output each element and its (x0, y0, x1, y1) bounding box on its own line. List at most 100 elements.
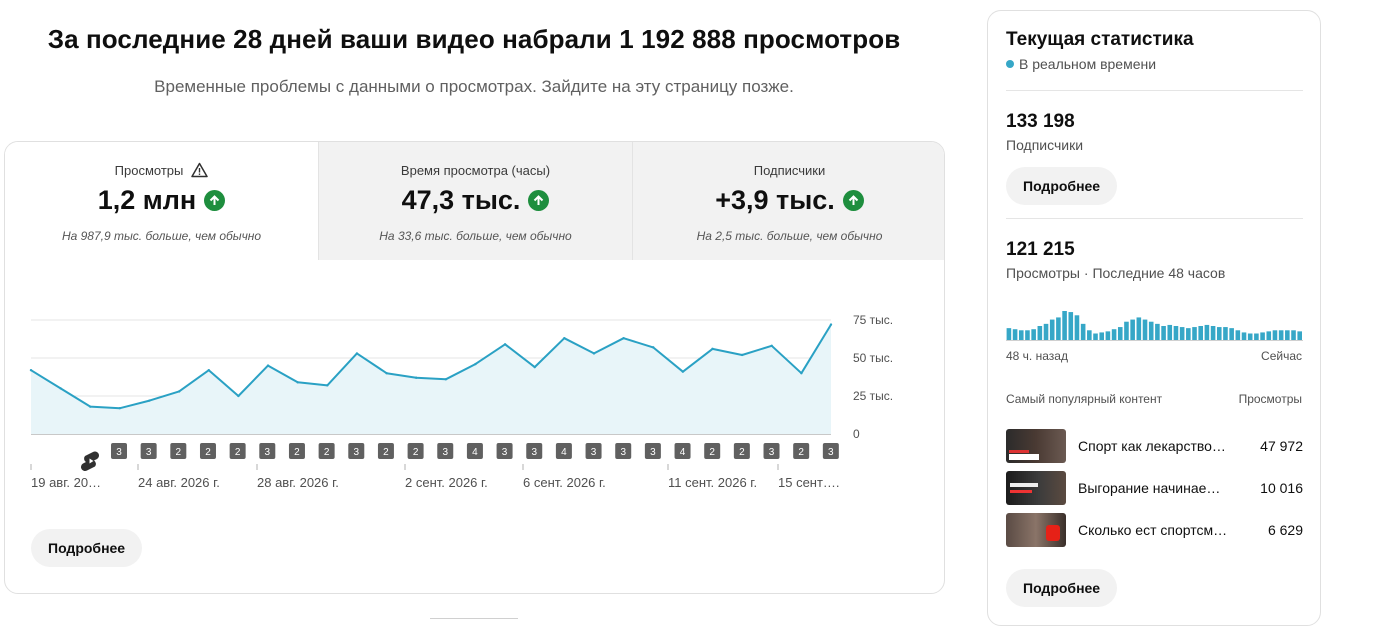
hourly-bar[interactable] (1266, 331, 1272, 341)
data-point[interactable] (652, 346, 655, 349)
hourly-bar[interactable] (1278, 330, 1284, 341)
data-point[interactable] (770, 344, 773, 348)
hourly-bar[interactable] (1006, 328, 1012, 341)
hourly-bar[interactable] (1186, 328, 1191, 341)
data-point[interactable] (89, 405, 92, 408)
hourly-bar[interactable] (1235, 330, 1241, 341)
hourly-bar[interactable] (1254, 333, 1259, 342)
hourly-bar[interactable] (1080, 323, 1086, 341)
hourly-bar[interactable] (1285, 330, 1290, 341)
warning-icon[interactable] (191, 162, 209, 178)
hourly-bar[interactable] (1062, 311, 1067, 341)
hourly-bar[interactable] (1142, 319, 1148, 341)
subscribers-more-button[interactable]: Подробнее (1006, 167, 1118, 205)
hourly-bar[interactable] (1124, 321, 1129, 341)
data-point[interactable] (592, 352, 596, 355)
data-point[interactable] (118, 406, 122, 410)
data-point[interactable] (533, 365, 536, 369)
hourly-bar[interactable] (1229, 328, 1234, 341)
hourly-bar[interactable] (1241, 332, 1247, 341)
hourly-bar[interactable] (1155, 323, 1160, 341)
data-point[interactable] (266, 364, 270, 367)
tab-views[interactable]: Просмотры 1,2 млн На 987,9 тыс. больше, … (5, 142, 318, 260)
hourly-bar[interactable] (1179, 327, 1185, 341)
top-content-item[interactable]: Сколько ест спортсм… 6 629 (1006, 513, 1303, 547)
hourly-bar[interactable] (1247, 333, 1253, 342)
data-point[interactable] (740, 353, 744, 357)
data-point[interactable] (622, 337, 625, 340)
hourly-bar[interactable] (1025, 330, 1030, 341)
hourly-bar[interactable] (1130, 319, 1135, 341)
hourly-bar[interactable] (1291, 330, 1296, 341)
data-point[interactable] (385, 372, 388, 375)
hourly-bar[interactable] (1136, 317, 1142, 341)
data-point[interactable] (326, 384, 329, 387)
data-point[interactable] (296, 381, 299, 384)
hourly-bar[interactable] (1105, 331, 1111, 341)
data-point[interactable] (800, 372, 803, 375)
top-content-item[interactable]: Спорт как лекарство… 47 972 (1006, 429, 1303, 463)
data-point[interactable] (444, 378, 448, 381)
upload-marker-count: 2 (739, 447, 745, 458)
top-content-more-button[interactable]: Подробнее (1006, 569, 1118, 607)
views-line-chart[interactable]: 75 тыс. 50 тыс. 25 тыс. 0 3 3 2 2 2 3 2 2 3 2 2 3 4 3 3 4 3 3… (5, 260, 945, 510)
top-content-item[interactable]: Выгорание начинае… 10 016 (1006, 471, 1303, 505)
data-point[interactable] (29, 368, 33, 372)
upload-marker-count: 2 (709, 447, 715, 458)
video-title: Сколько ест спортсм… (1078, 522, 1228, 538)
hourly-bar[interactable] (1198, 326, 1203, 341)
hourly-bar[interactable] (1031, 329, 1036, 341)
hourly-bar[interactable] (1297, 331, 1302, 341)
hourly-bar[interactable] (1037, 326, 1043, 341)
data-point[interactable] (177, 390, 181, 393)
hourly-bar[interactable] (1093, 333, 1098, 342)
shorts-icon[interactable] (80, 451, 100, 472)
data-point[interactable] (355, 352, 359, 355)
hourly-bar[interactable] (1012, 329, 1018, 341)
hourly-bar[interactable] (1260, 332, 1265, 341)
hourly-bar[interactable] (1216, 327, 1222, 341)
data-point[interactable] (681, 370, 685, 373)
hourly-bar[interactable] (1111, 329, 1117, 341)
hourly-bar[interactable] (1210, 326, 1216, 341)
tab-watch-time[interactable]: Время просмотра (часы) 47,3 тыс. На 33,6… (318, 142, 632, 260)
data-point[interactable] (829, 323, 833, 326)
hourly-bar[interactable] (1049, 319, 1055, 341)
hourly-bar[interactable] (1192, 327, 1197, 341)
hourly-bar[interactable] (1074, 315, 1080, 341)
data-point[interactable] (503, 343, 507, 346)
chart-more-button[interactable]: Подробнее (31, 529, 143, 567)
hourly-bar[interactable] (1148, 321, 1154, 341)
hourly-bar[interactable] (1167, 324, 1173, 341)
x-tick-label: 19 авг. 20… (31, 475, 101, 490)
data-point[interactable] (563, 337, 566, 340)
hourly-bar[interactable] (1099, 332, 1104, 341)
hourly-bar[interactable] (1068, 312, 1074, 341)
hourly-views-bar-chart[interactable] (1006, 307, 1303, 341)
hourly-bar[interactable] (1272, 330, 1278, 341)
data-point[interactable] (59, 387, 62, 390)
tab-subscribers[interactable]: Подписчики +3,9 тыс. На 2,5 тыс. больше,… (632, 142, 944, 260)
upload-marker-count: 2 (294, 447, 300, 458)
hourly-bar[interactable] (1204, 324, 1210, 341)
tab-subscribers-value: +3,9 тыс. (715, 184, 835, 215)
data-point[interactable] (711, 347, 714, 351)
hourly-bar[interactable] (1223, 327, 1228, 341)
hourly-bar[interactable] (1117, 327, 1123, 341)
hourly-bar[interactable] (1056, 317, 1061, 341)
hourly-bar[interactable] (1043, 323, 1049, 341)
y-tick-label: 25 тыс. (853, 389, 893, 403)
data-point[interactable] (148, 399, 151, 402)
hourly-bar[interactable] (1018, 330, 1024, 341)
upload-marker-count: 4 (472, 447, 478, 458)
divider (1006, 218, 1303, 219)
data-point[interactable] (474, 362, 477, 366)
video-thumbnail (1006, 471, 1066, 505)
hourly-bar[interactable] (1087, 330, 1092, 341)
data-point[interactable] (237, 394, 240, 398)
metric-tabs: Просмотры 1,2 млн На 987,9 тыс. больше, … (5, 142, 944, 260)
data-point[interactable] (207, 368, 210, 372)
hourly-bar[interactable] (1173, 326, 1179, 341)
data-point[interactable] (414, 376, 418, 379)
hourly-bar[interactable] (1161, 326, 1166, 341)
